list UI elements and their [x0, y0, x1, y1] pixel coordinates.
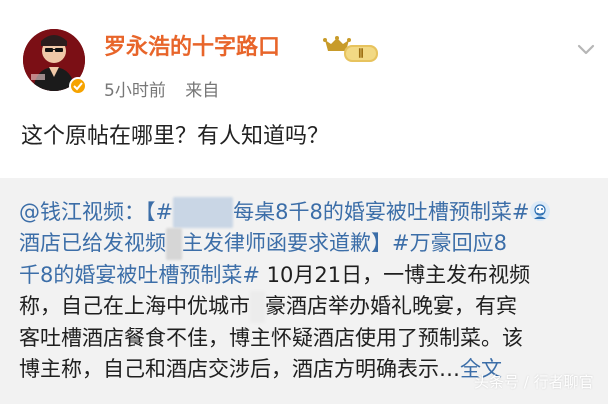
topic-link-2[interactable]: #万豪回应8 [392, 231, 507, 255]
topic-link-1[interactable]: 每桌8千8的婚宴被吐槽预制菜# [233, 200, 529, 224]
repost-text-blue-segment: 酒店已给发视频 [19, 231, 166, 256]
post-meta: 5小时前 来自 [104, 80, 219, 102]
reposted-content[interactable]: @钱江视频：【#某某每桌8千8的婚宴被吐槽预制菜# 酒店已给发视频博主发律师函要… [0, 178, 608, 404]
repost-line-5: 客吐槽酒店餐食不佳，博主怀疑酒店使用了预制菜。该 [19, 325, 523, 350]
repost-line-1: @钱江视频：【#某某每桌8千8的婚宴被吐槽预制菜# [19, 197, 608, 229]
level-badge-icon[interactable]: Ⅱ [319, 36, 381, 64]
mention-link[interactable]: @钱江视频 [19, 200, 124, 224]
topic-avatar-icon [529, 200, 551, 222]
post-source[interactable]: 来自 [185, 81, 219, 101]
post-time: 5小时前 [104, 81, 166, 101]
repost-text-blue-segment: 主发律师函要求道歉】 [182, 231, 392, 256]
post-body-text: 这个原帖在哪里？有人知道吗？ [21, 124, 330, 149]
repost-text: 博主称，自己和酒店交涉后，酒店方明确表示 [19, 356, 439, 381]
blurred-topic-part: 某某 [173, 197, 234, 229]
repost-text: 豪酒店举办婚礼晚宴，有宾 [265, 294, 517, 319]
repost-text: 10月21日，一博主发布视频 [259, 262, 531, 287]
blurred-word: 博 [166, 228, 182, 260]
level-badge-label: Ⅱ [358, 47, 364, 61]
author-name-link[interactable]: 罗永浩的十字路口 [104, 34, 280, 62]
verified-badge-icon [69, 77, 87, 95]
repost-line-4: 称，自己在上海中优城市万豪酒店举办婚礼晚宴，有宾 [19, 291, 608, 323]
weibo-post-screen: 罗永浩的十字路口 Ⅱ 5小时前 来自 这个原帖在哪里？有人知道吗？ @钱江视频：… [0, 0, 608, 404]
truncation-ellipsis: … [439, 356, 460, 381]
watermark: 头条号 / 行者聊官 [474, 373, 594, 391]
repost-punctuation: ：【# [124, 200, 174, 224]
blurred-word: 万 [250, 291, 265, 323]
repost-text: 称，自己在上海中优城市 [19, 294, 250, 319]
chevron-down-icon[interactable] [575, 40, 597, 58]
repost-line-3: 千8的婚宴被吐槽预制菜# 10月21日，一博主发布视频 [19, 260, 608, 291]
original-post: 罗永浩的十字路口 Ⅱ 5小时前 来自 这个原帖在哪里？有人知道吗？ [0, 0, 608, 178]
repost-line-2: 酒店已给发视频博主发律师函要求道歉】#万豪回应8 [19, 228, 608, 260]
repost-body: @钱江视频：【#某某每桌8千8的婚宴被吐槽预制菜# 酒店已给发视频博主发律师函要… [19, 197, 608, 385]
topic-link-2-end[interactable]: 千8的婚宴被吐槽预制菜# [19, 263, 260, 287]
